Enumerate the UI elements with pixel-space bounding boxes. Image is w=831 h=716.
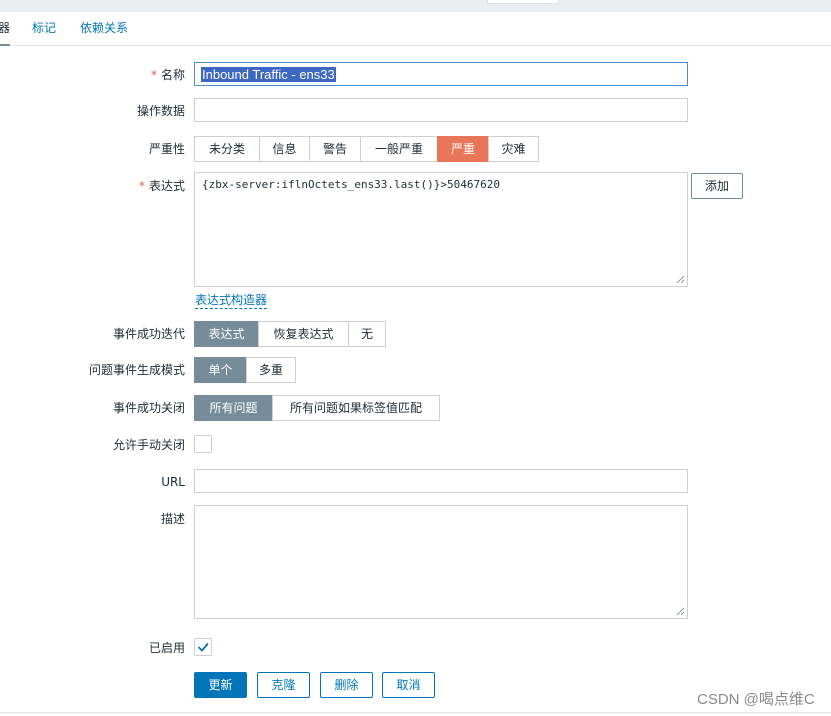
enabled-checkbox[interactable]: [194, 638, 212, 656]
url-input[interactable]: [194, 469, 688, 493]
watermark: CSDN @喝点维C: [697, 691, 815, 708]
severity-disaster[interactable]: 灾难: [488, 136, 539, 162]
ok-event-none-option[interactable]: 无: [348, 321, 386, 347]
update-button[interactable]: 更新: [194, 672, 247, 698]
manual-close-label: 允许手动关闭: [112, 438, 185, 452]
severity-selector: 未分类 信息 警告 一般严重 严重 灾难: [194, 136, 539, 162]
severity-average[interactable]: 一般严重: [360, 136, 438, 162]
description-textarea[interactable]: [194, 505, 688, 619]
ok-event-closes-selector: 所有问题 所有问题如果标签值匹配: [194, 395, 440, 421]
name-input[interactable]: Inbound Traffic - ens33: [194, 62, 688, 86]
opdata-input[interactable]: [194, 98, 688, 122]
resize-grip-icon[interactable]: [676, 607, 685, 616]
tab-dependencies[interactable]: 依赖关系: [80, 20, 128, 36]
description-label: 描述: [160, 512, 185, 526]
manual-close-checkbox[interactable]: [194, 435, 212, 453]
top-tab-fragment: [487, 0, 559, 4]
expression-label: * 表达式: [139, 178, 185, 194]
severity-warning[interactable]: 警告: [309, 136, 361, 162]
top-strip: [0, 0, 831, 12]
enabled-label: 已启用: [148, 641, 185, 655]
add-expression-button[interactable]: 添加: [691, 173, 743, 199]
ok-event-closes-label: 事件成功关闭: [112, 401, 185, 415]
severity-not-classified[interactable]: 未分类: [194, 136, 260, 162]
cancel-button[interactable]: 取消: [382, 672, 435, 698]
opdata-label: 操作数据: [136, 104, 185, 118]
ok-event-generation-selector: 表达式 恢复表达式 无: [194, 321, 386, 347]
name-label: * 名称: [151, 67, 185, 83]
url-label: URL: [161, 475, 185, 489]
ok-closes-all-problems-option[interactable]: 所有问题: [194, 395, 273, 421]
problem-mode-single-option[interactable]: 单个: [194, 357, 247, 383]
tab-trigger[interactable]: 器: [0, 20, 11, 46]
required-mark: *: [150, 68, 157, 82]
tab-tags[interactable]: 标记: [32, 20, 56, 36]
problem-mode-selector: 单个 多重: [194, 357, 296, 383]
name-label-text: 名称: [160, 68, 185, 82]
severity-high[interactable]: 严重: [437, 136, 489, 162]
bottom-divider: [0, 712, 831, 713]
delete-button[interactable]: 删除: [320, 672, 373, 698]
checkmark-icon: [198, 643, 209, 652]
required-mark: *: [138, 179, 145, 193]
expression-value: {zbx-server:iflnOctets_ens33.last()}>504…: [202, 178, 501, 191]
expression-constructor-link[interactable]: 表达式构造器: [195, 292, 268, 309]
name-input-value: Inbound Traffic - ens33: [201, 67, 336, 82]
ok-event-generation-label: 事件成功迭代: [112, 327, 185, 341]
expression-textarea[interactable]: {zbx-server:iflnOctets_ens33.last()}>504…: [194, 172, 688, 287]
problem-mode-multiple-option[interactable]: 多重: [246, 357, 296, 383]
clone-button[interactable]: 克隆: [257, 672, 310, 698]
severity-label: 严重性: [148, 142, 185, 156]
ok-event-expression-option[interactable]: 表达式: [194, 321, 259, 347]
expression-label-text: 表达式: [148, 179, 185, 193]
ok-closes-tag-match-option[interactable]: 所有问题如果标签值匹配: [272, 395, 440, 421]
ok-event-recovery-expression-option[interactable]: 恢复表达式: [258, 321, 349, 347]
form-tabs: 器 标记 依赖关系: [0, 12, 831, 46]
severity-information[interactable]: 信息: [259, 136, 310, 162]
resize-grip-icon[interactable]: [676, 275, 685, 284]
problem-mode-label: 问题事件生成模式: [88, 363, 185, 377]
